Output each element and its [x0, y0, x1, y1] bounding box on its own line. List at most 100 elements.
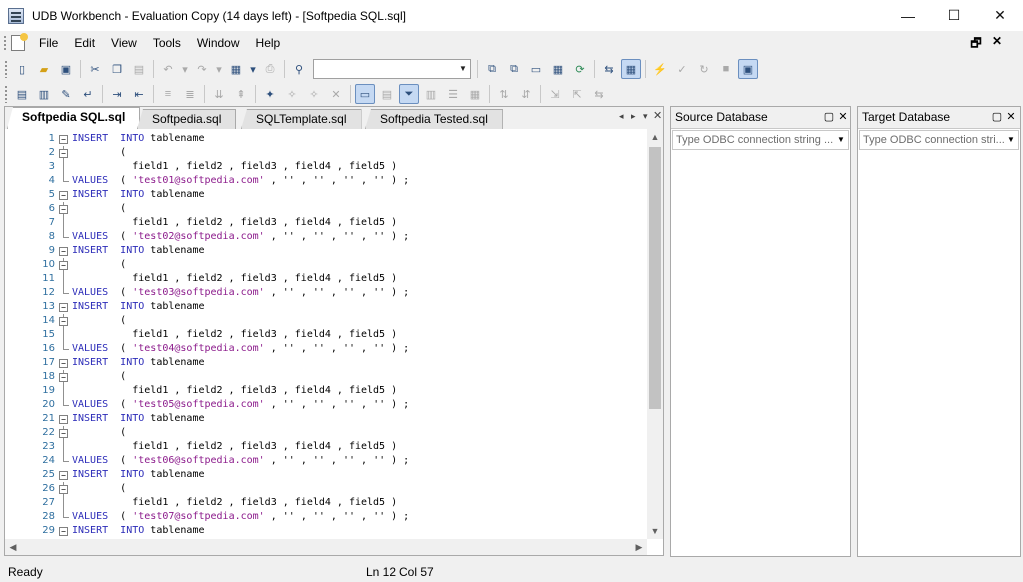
sort-desc-icon[interactable]: ⇵	[516, 84, 536, 104]
horizontal-scrollbar[interactable]: ◀ ▶	[5, 539, 647, 555]
close-button[interactable]: ✕	[977, 0, 1023, 31]
new-file-icon[interactable]: ▯	[12, 59, 32, 79]
tab-scroll-left-icon[interactable]: ◂	[619, 111, 624, 122]
sql-copy-icon[interactable]: ⧉	[504, 59, 524, 79]
fold-toggle-icon[interactable]: −	[59, 205, 68, 214]
print-icon[interactable]: ⎙	[260, 59, 280, 79]
stop-icon[interactable]: ■	[716, 59, 736, 79]
menu-tools[interactable]: Tools	[145, 32, 189, 54]
connect-icon[interactable]: ⇆	[599, 59, 619, 79]
redo-icon[interactable]: ↷	[192, 59, 212, 79]
tab-scroll-right-icon[interactable]: ▸	[631, 111, 636, 122]
rows-icon[interactable]: ☰	[443, 84, 463, 104]
fold-toggle-icon[interactable]: −	[59, 247, 68, 256]
columns-icon[interactable]: ▥	[421, 84, 441, 104]
bookmark-icon[interactable]: ▦	[226, 59, 246, 79]
tab-softpedia-tested-sql[interactable]: Softpedia Tested.sql	[365, 109, 503, 129]
chevron-down-icon[interactable]: ▼	[1004, 131, 1018, 149]
record-icon[interactable]: ▦	[465, 84, 485, 104]
save-icon[interactable]: ▣	[56, 59, 76, 79]
cut-icon[interactable]: ✂	[85, 59, 105, 79]
grid-icon[interactable]: ▦	[548, 59, 568, 79]
chevron-down-icon[interactable]: ▼	[834, 131, 848, 149]
sql-check-icon[interactable]: ✓	[672, 59, 692, 79]
copy-icon[interactable]: ❐	[107, 59, 127, 79]
menu-window[interactable]: Window	[189, 32, 248, 54]
source-connection-combo[interactable]: Type ODBC connection string ... ▼	[672, 130, 849, 150]
minimize-button[interactable]: —	[885, 0, 931, 31]
fold-toggle-icon[interactable]: −	[59, 373, 68, 382]
redo-dropdown-icon[interactable]: ▾	[214, 59, 224, 79]
fold-toggle-icon[interactable]: −	[59, 303, 68, 312]
fold-toggle-icon[interactable]: −	[59, 471, 68, 480]
menu-view[interactable]: View	[103, 32, 145, 54]
find-icon[interactable]: ⚲	[289, 59, 309, 79]
chevron-down-icon[interactable]: ▼	[456, 60, 470, 78]
step-icon[interactable]: ↻	[694, 59, 714, 79]
goto-line-icon[interactable]: ⇞	[231, 84, 251, 104]
import-icon[interactable]: ⇱	[567, 84, 587, 104]
bookmark-toggle-icon[interactable]: ✦	[260, 84, 280, 104]
export-icon[interactable]: ⇲	[545, 84, 565, 104]
scroll-down-icon[interactable]: ▼	[647, 523, 663, 539]
fold-toggle-icon[interactable]: −	[59, 359, 68, 368]
outdent-icon[interactable]: ⇤	[129, 84, 149, 104]
refresh-icon[interactable]: ⟳	[570, 59, 590, 79]
open-folder-icon[interactable]: ▰	[34, 59, 54, 79]
comment-icon[interactable]: ≡	[158, 84, 178, 104]
view-mode-icon[interactable]: ▭	[355, 84, 375, 104]
toolbar-grip[interactable]	[4, 60, 8, 78]
paste-icon[interactable]: ▤	[129, 59, 149, 79]
fold-toggle-icon[interactable]: −	[59, 527, 68, 536]
signature-icon[interactable]: ✎	[56, 84, 76, 104]
target-connection-combo[interactable]: Type ODBC connection stri... ▼	[859, 130, 1019, 150]
scroll-left-icon[interactable]: ◀	[5, 539, 21, 555]
bookmark-dropdown-icon[interactable]: ▾	[248, 59, 258, 79]
mdi-restore-button[interactable]: 🗗	[966, 34, 986, 52]
mdi-close-button[interactable]: ✕	[987, 34, 1007, 52]
source-panel-maximize-icon[interactable]: ▢	[823, 110, 835, 124]
fold-toggle-icon[interactable]: −	[59, 485, 68, 494]
source-panel-close-icon[interactable]: ✕	[837, 110, 849, 124]
tab-sqltemplate-sql[interactable]: SQLTemplate.sql	[241, 109, 362, 129]
scroll-thumb[interactable]	[649, 147, 661, 409]
scroll-up-icon[interactable]: ▲	[647, 129, 663, 145]
menu-grip[interactable]	[3, 35, 7, 51]
menu-edit[interactable]: Edit	[66, 32, 103, 54]
scroll-right-icon[interactable]: ▶	[631, 539, 647, 555]
target-panel-close-icon[interactable]: ✕	[1005, 110, 1017, 124]
sort-asc-icon[interactable]: ⇅	[494, 84, 514, 104]
transfer-icon[interactable]: ⇆	[589, 84, 609, 104]
maximize-button[interactable]: ☐	[931, 0, 977, 31]
toolbar-grip[interactable]	[4, 85, 8, 103]
undo-dropdown-icon[interactable]: ▾	[180, 59, 190, 79]
filter-icon[interactable]: ⏷	[399, 84, 419, 104]
source-connection-input[interactable]: Type ODBC connection string ...	[676, 134, 834, 146]
fold-toggle-icon[interactable]: −	[59, 191, 68, 200]
goto-icon[interactable]: ⇊	[209, 84, 229, 104]
tab-softpedia-sql-sql[interactable]: Softpedia SQL.sql	[7, 107, 141, 129]
fold-toggle-icon[interactable]: −	[59, 317, 68, 326]
fold-toggle-icon[interactable]: −	[59, 415, 68, 424]
sql-open-icon[interactable]: ⧉	[482, 59, 502, 79]
window-icon[interactable]: ▭	[526, 59, 546, 79]
template-icon[interactable]: ▥	[34, 84, 54, 104]
results-grid-icon[interactable]: ▦	[621, 59, 641, 79]
tab-close-icon[interactable]: ✕	[653, 109, 662, 122]
fold-toggle-icon[interactable]: −	[59, 135, 68, 144]
vertical-scrollbar[interactable]: ▲ ▼	[647, 129, 663, 539]
undo-icon[interactable]: ↶	[158, 59, 178, 79]
sql-editor[interactable]: 1− INSERT INTO tablename 2− (3 field1 , fi…	[5, 129, 647, 539]
bookmark-clear-icon[interactable]: ✕	[326, 84, 346, 104]
target-connection-input[interactable]: Type ODBC connection stri...	[863, 134, 1005, 146]
indent-icon[interactable]: ⇥	[107, 84, 127, 104]
fold-toggle-icon[interactable]: −	[59, 429, 68, 438]
tab-list-icon[interactable]: ▾	[643, 111, 648, 122]
bookmark-next-icon[interactable]: ✧	[282, 84, 302, 104]
text-mode-icon[interactable]: ▤	[377, 84, 397, 104]
target-panel-maximize-icon[interactable]: ▢	[991, 110, 1003, 124]
menu-file[interactable]: File	[31, 32, 66, 54]
find-combo[interactable]: ▼	[313, 59, 471, 79]
fold-toggle-icon[interactable]: −	[59, 149, 68, 158]
fold-toggle-icon[interactable]: −	[59, 261, 68, 270]
